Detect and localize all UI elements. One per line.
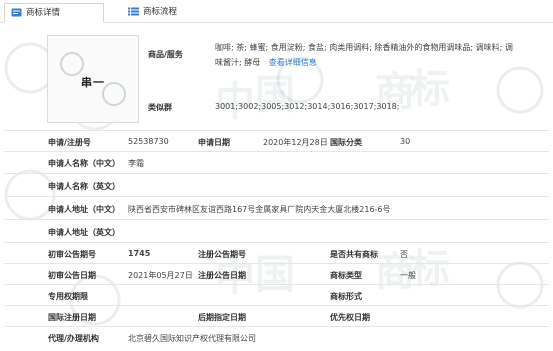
address-cn-label: 申请人地址（中文） [48, 205, 120, 214]
table-row: 申请/注册号 52538730 申请日期 2020年12月28日 国际分类 30 [4, 130, 549, 152]
applicant-cn-value: 李霜 [128, 159, 144, 168]
goods-services-label: 商品/服务 [148, 50, 183, 59]
tab-label: 商标流程 [143, 7, 178, 17]
shared-trademark-label: 是否共有商标 [330, 250, 378, 259]
intl-class-value: 30 [400, 137, 411, 146]
tm-type-value: 一般 [400, 271, 416, 280]
applicant-cn-label: 申请人名称（中文） [48, 159, 120, 168]
later-date-label: 后期指定日期 [198, 313, 246, 322]
applicant-en-label: 申请人名称（英文） [48, 182, 120, 191]
table-row: 专用权期限 商标形式 [4, 285, 549, 306]
prelim-issue-label: 初审公告期号 [48, 250, 96, 259]
table-row: 初审公告日期 2021年05月27日 注册公告日期 商标类型 一般 [4, 264, 549, 285]
tab-label: 商标详情 [26, 8, 61, 18]
tm-form-label: 商标形式 [330, 292, 362, 301]
tab-trademark-details[interactable]: 商标详情 [4, 3, 104, 23]
address-cn-value: 陕西省西安市碑林区友谊西路167号金属家具厂院内天金大厦北楼216-6号 [128, 205, 391, 214]
exclusive-period-label: 专用权期限 [48, 292, 88, 301]
app-number-value: 52538730 [128, 137, 169, 146]
intl-reg-date-label: 国际注册日期 [48, 313, 96, 322]
table-row: 申请人名称（中文） 李霜 [4, 151, 549, 174]
doc-icon [11, 8, 22, 17]
shared-trademark-value: 否 [400, 250, 408, 259]
prelim-date-value: 2021年05月27日 [128, 271, 193, 280]
trademark-image[interactable]: 串一 [47, 35, 139, 123]
svg-text:标: 标 [410, 66, 450, 112]
table-row: 代理/办理机构 北京碧久国际知识产权代理有限公司 [4, 327, 549, 347]
goods-line-2: 味酱汁; 酵母 查看详细信息 [215, 58, 317, 67]
prelim-date-label: 初审公告日期 [48, 271, 96, 280]
prelim-issue-value: 1745 [128, 249, 151, 258]
similar-group-label: 类似群 [148, 103, 172, 112]
agent-label: 代理/办理机构 [48, 334, 99, 343]
reg-date-label: 注册公告日期 [198, 271, 246, 280]
app-date-label: 申请日期 [198, 138, 230, 147]
address-en-label: 申请人地址（英文） [48, 228, 120, 237]
reg-issue-label: 注册公告期号 [198, 250, 246, 259]
table-row: 申请人名称（英文） [4, 174, 549, 197]
goods-services-value: 咖啡; 茶; 蜂蜜; 食用淀粉; 食盐; 肉类用调料; 除香精油外的食物用调味品… [215, 40, 550, 70]
table-row: 申请人地址（中文） 陕西省西安市碑林区友谊西路167号金属家具厂院内天金大厦北楼… [4, 197, 549, 220]
app-date-value: 2020年12月28日 [263, 138, 328, 147]
view-details-link[interactable]: 查看详细信息 [269, 58, 317, 67]
intl-class-label: 国际分类 [330, 138, 362, 147]
tab-bar: 商标详情 商标流程 [0, 0, 553, 23]
tab-trademark-process[interactable]: 商标流程 [122, 3, 222, 21]
trademark-image-text: 串一 [81, 76, 105, 89]
svg-text:国: 国 [255, 72, 295, 118]
table-row: 国际注册日期 后期指定日期 优先权日期 [4, 306, 549, 327]
table-row: 初审公告期号 1745 注册公告期号 是否共有商标 否 [4, 243, 549, 264]
goods-line-1: 咖啡; 茶; 蜂蜜; 食用淀粉; 食盐; 肉类用调料; 除香精油外的食物用调味品… [215, 43, 513, 52]
tm-type-label: 商标类型 [330, 271, 362, 280]
priority-date-label: 优先权日期 [330, 313, 370, 322]
similar-group-value: 3001;3002;3005;3012;3014;3016;3017;3018; [215, 102, 400, 111]
agent-value: 北京碧久国际知识产权代理有限公司 [128, 334, 256, 343]
list-icon [128, 7, 139, 16]
table-row: 申请人地址（英文） [4, 220, 549, 243]
app-number-label: 申请/注册号 [48, 138, 91, 147]
